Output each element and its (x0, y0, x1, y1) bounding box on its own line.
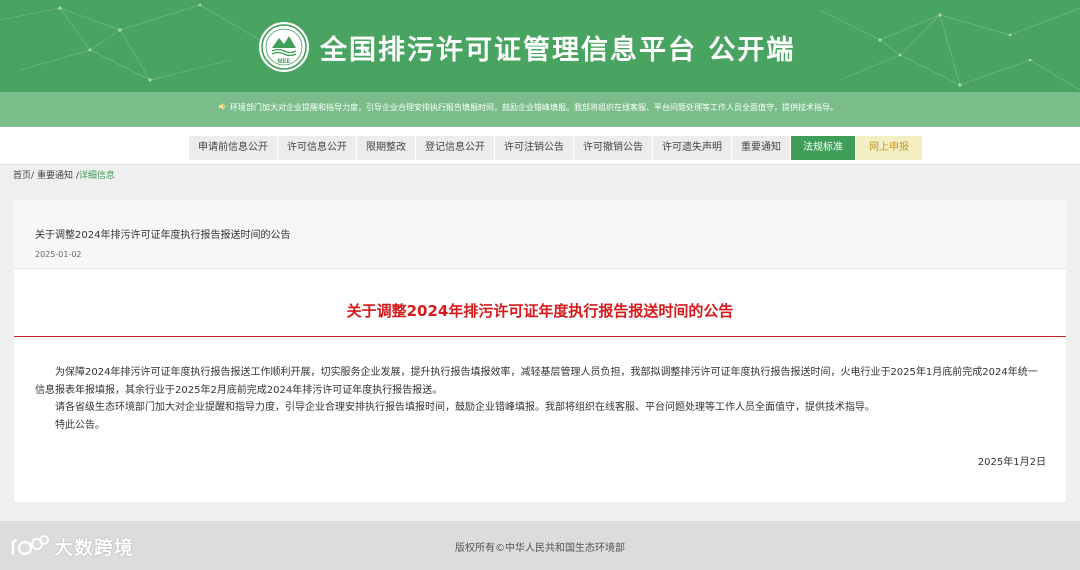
nav-item-rectification[interactable]: 限期整改 (357, 136, 415, 160)
article-paragraph: 请各省级生态环境部门加大对企业提醒和指导力度，引导企业合理安排执行报告填报时间，… (55, 402, 875, 413)
nav-item-regulations[interactable]: 法规标准 (791, 136, 855, 160)
breadcrumb-current: 详细信息 (78, 171, 115, 181)
article-head-date: 2025-01-02 (35, 250, 82, 259)
nav-item-cancellation[interactable]: 许可注销公告 (495, 136, 573, 160)
article-header: 关于调整2024年排污许可证年度执行报告报送时间的公告 2025-01-02 (14, 200, 1066, 269)
speaker-icon (218, 102, 227, 111)
main-nav: 申请前信息公开 许可信息公开 限期整改 登记信息公开 许可注销公告 许可撤销公告… (189, 136, 923, 160)
article-head-title: 关于调整2024年排污许可证年度执行报告报送时间的公告 (35, 230, 291, 241)
breadcrumb-separator: / (31, 171, 35, 181)
notice-bar: 环境部门加大对企业提醒和指导力度，引导企业合理安排执行报告填报时间，鼓励企业错峰… (0, 92, 1080, 127)
article-panel: 关于调整2024年排污许可证年度执行报告报送时间的公告 2025-01-02 关… (14, 200, 1066, 502)
main-nav-bar: 申请前信息公开 许可信息公开 限期整改 登记信息公开 许可注销公告 许可撤销公告… (0, 127, 1080, 165)
article-title: 关于调整2024年排污许可证年度执行报告报送时间的公告 (346, 302, 734, 320)
notice-marquee[interactable]: 环境部门加大对企业提醒和指导力度，引导企业合理安排执行报告填报时间，鼓励企业错峰… (218, 102, 838, 113)
nav-item-important-notice[interactable]: 重要通知 (732, 136, 790, 160)
notice-text: 环境部门加大对企业提醒和指导力度，引导企业合理安排执行报告填报时间，鼓励企业错峰… (230, 103, 838, 112)
site-footer: 大数跨境 版权所有©中华人民共和国生态环境部 (0, 521, 1080, 570)
breadcrumb-home[interactable]: 首页 (13, 171, 31, 181)
article-paragraph: 为保障2024年排污许可证年度执行报告报送工作顺利开展，切实服务企业发展，提升执… (35, 367, 1038, 396)
nav-item-loss-statement[interactable]: 许可遗失声明 (653, 136, 731, 160)
nav-item-revocation[interactable]: 许可撤销公告 (574, 136, 652, 160)
breadcrumb-section[interactable]: 重要通知 (37, 171, 73, 181)
nav-item-online-declare[interactable]: 网上申报 (856, 136, 922, 160)
article-body: 为保障2024年排污许可证年度执行报告报送工作顺利开展，切实服务企业发展，提升执… (35, 364, 1047, 434)
title-divider (14, 336, 1066, 337)
logo-text: MEE (277, 59, 290, 65)
nav-item-permit-info[interactable]: 许可信息公开 (278, 136, 356, 160)
site-title: 全国排污许可证管理信息平台 公开端 (320, 35, 796, 66)
nav-item-registration-info[interactable]: 登记信息公开 (416, 136, 494, 160)
article-paragraph: 特此公告。 (55, 419, 105, 431)
nav-item-pre-application[interactable]: 申请前信息公开 (189, 136, 277, 160)
ministry-logo: MEE (259, 22, 309, 72)
footer-copyright: 版权所有©中华人民共和国生态环境部 (455, 543, 625, 554)
breadcrumb: 首页/ 重要通知 /详细信息 (13, 168, 115, 181)
site-header: MEE 全国排污许可证管理信息平台 公开端 (0, 0, 1080, 92)
article-sign-date: 2025年1月2日 (977, 457, 1046, 468)
